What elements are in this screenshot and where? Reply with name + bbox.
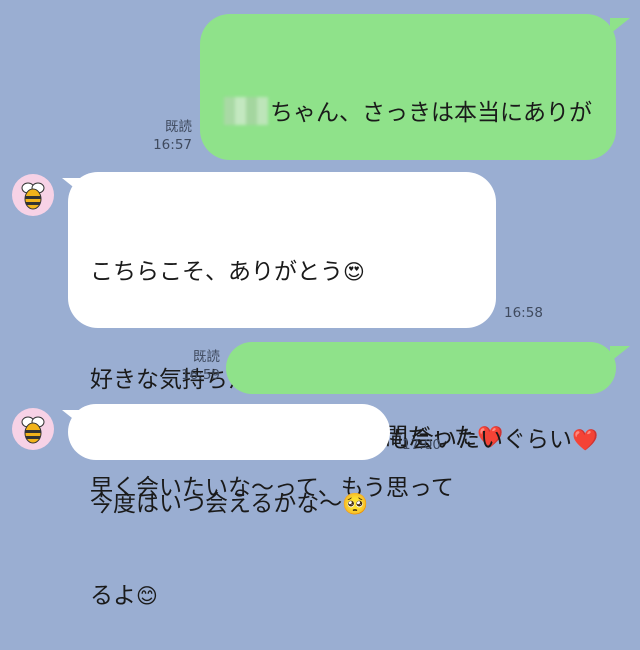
bee-icon — [21, 416, 45, 444]
message-line: ちゃん、さっきは本当にありが — [224, 95, 594, 131]
heart-eyes-emoji-icon: 😍 — [343, 260, 365, 284]
message-bubble-sent[interactable]: ちゃん、さっきは本当にありが とう😊 すごい幸せな時間だった❤️ — [200, 14, 616, 450]
avatar[interactable] — [12, 408, 54, 450]
line-text: こちらこそ、ありがとう — [90, 259, 343, 285]
message-time: 16:58 — [504, 305, 543, 321]
message-line: 今度はいつ会えるかな〜🥺 — [90, 486, 376, 522]
message-bubble-received[interactable]: こちらこそ、ありがとう😍 好きな気持ちが報われた感じ❤️ 早く会いたいな〜って、… — [68, 172, 496, 609]
bee-icon — [21, 182, 45, 210]
message-line: こちらこそ、ありがとう😍 — [90, 254, 480, 290]
line-text: るよ — [90, 583, 136, 609]
message-line: るよ😊 — [90, 578, 480, 614]
masked-name — [224, 97, 268, 125]
avatar[interactable] — [12, 174, 54, 216]
heart-emoji-icon: ❤️ — [572, 428, 599, 452]
line-text: ちゃん、さっきは本当にありが — [270, 100, 592, 126]
message-time: 17:00 — [402, 437, 441, 453]
read-label: 既読 — [165, 119, 192, 135]
message-bubble-received[interactable]: 今度はいつ会えるかな〜🥺 — [68, 404, 390, 517]
read-receipt: 既読 16:57 — [150, 118, 192, 154]
message-bubble-sent[interactable]: うん、明日でも会いたいぐらい❤️ — [226, 342, 616, 453]
line-text: 今度はいつ会えるかな〜 — [90, 491, 343, 517]
message-time: 16:57 — [153, 137, 192, 153]
smile-emoji-icon: 😊 — [136, 584, 158, 608]
message-time: 16:59 — [181, 367, 220, 383]
read-receipt: 既読 16:59 — [178, 348, 220, 384]
read-label: 既読 — [193, 349, 220, 365]
pleading-face-emoji-icon: 🥺 — [342, 492, 369, 516]
